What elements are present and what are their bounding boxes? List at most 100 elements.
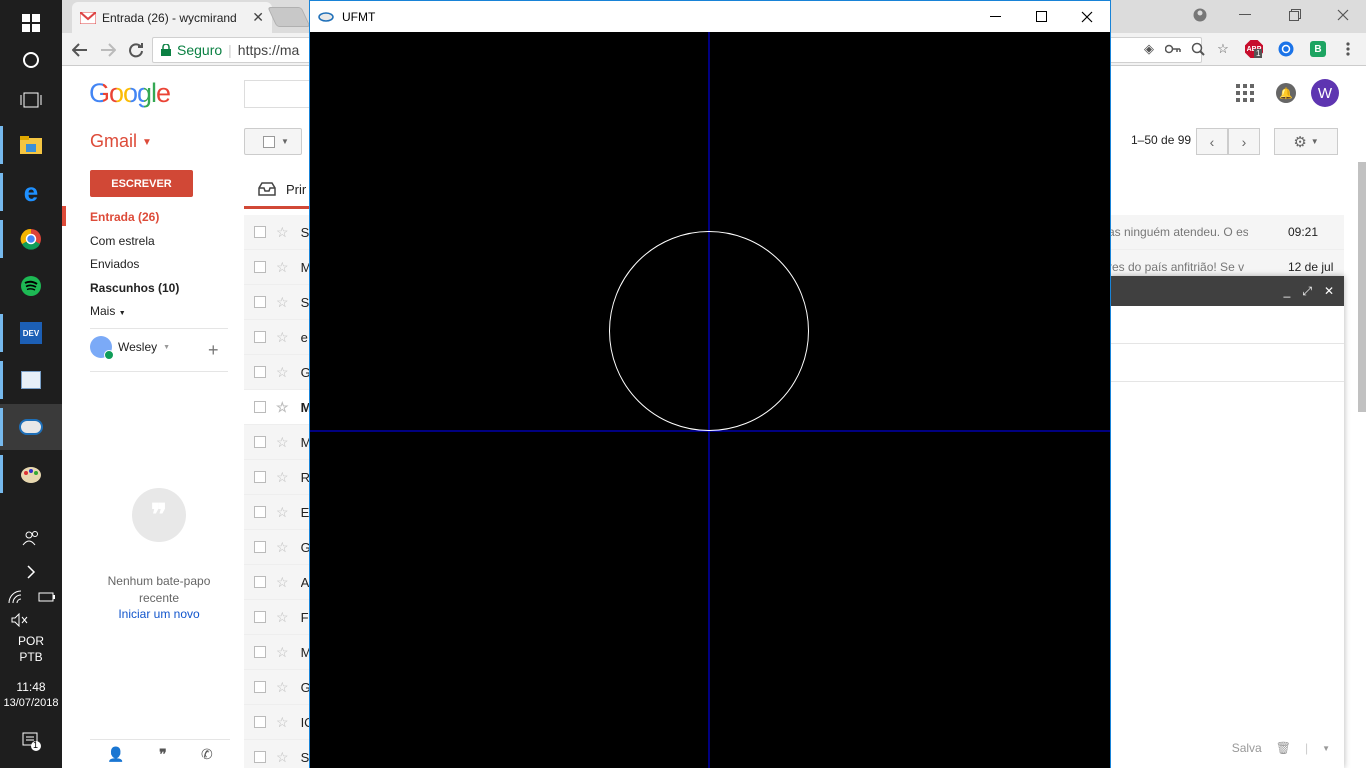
forward-arrow-icon[interactable] bbox=[95, 37, 121, 63]
add-chat-icon[interactable]: + bbox=[208, 340, 219, 361]
spotify-icon[interactable] bbox=[0, 263, 62, 309]
clock[interactable]: 11:48 13/07/2018 bbox=[0, 680, 62, 709]
zoom-icon[interactable] bbox=[1188, 39, 1208, 59]
notifications-bell-icon[interactable]: 🔔 bbox=[1276, 83, 1296, 103]
row-checkbox[interactable] bbox=[254, 296, 266, 308]
row-checkbox[interactable] bbox=[254, 541, 266, 553]
start-new-chat-link[interactable]: Iniciar um novo bbox=[90, 607, 228, 621]
row-checkbox[interactable] bbox=[254, 261, 266, 273]
nav-inbox[interactable]: Entrada (26) bbox=[90, 210, 159, 224]
star-icon[interactable]: ☆ bbox=[276, 609, 289, 626]
caret-down-icon[interactable]: ▼ bbox=[1322, 744, 1330, 753]
row-checkbox[interactable] bbox=[254, 331, 266, 343]
phone-icon[interactable]: ✆ bbox=[201, 746, 213, 763]
browser-tab-gmail[interactable]: Entrada (26) - wycmirand ✕ bbox=[72, 2, 272, 33]
expand-icon[interactable]: ⤢ bbox=[1302, 284, 1312, 299]
star-icon[interactable]: ☆ bbox=[276, 749, 289, 766]
row-checkbox[interactable] bbox=[254, 226, 266, 238]
task-view-icon[interactable] bbox=[0, 77, 62, 123]
paint-icon[interactable] bbox=[0, 451, 62, 497]
google-logo[interactable]: Google bbox=[89, 78, 171, 109]
minimize-icon[interactable] bbox=[1222, 0, 1268, 30]
minimize-icon[interactable] bbox=[972, 1, 1018, 32]
star-icon[interactable]: ☆ bbox=[276, 574, 289, 591]
star-icon[interactable]: ☆ bbox=[276, 679, 289, 696]
row-checkbox[interactable] bbox=[254, 471, 266, 483]
star-icon[interactable]: ☆ bbox=[276, 504, 289, 521]
star-icon[interactable]: ☆ bbox=[276, 714, 289, 731]
row-checkbox[interactable] bbox=[254, 366, 266, 378]
chrome-icon[interactable] bbox=[0, 216, 62, 262]
nav-drafts[interactable]: Rascunhos (10) bbox=[90, 281, 179, 295]
bookmark-star-icon[interactable]: ☆ bbox=[1213, 39, 1233, 59]
minimize-icon[interactable]: _ bbox=[1284, 284, 1291, 298]
close-tab-icon[interactable]: ✕ bbox=[252, 9, 264, 26]
star-icon[interactable]: ☆ bbox=[276, 364, 289, 381]
row-checkbox[interactable] bbox=[254, 401, 266, 413]
compose-to-field[interactable] bbox=[1110, 306, 1344, 344]
tab-primary[interactable]: Prir bbox=[244, 172, 314, 209]
star-icon[interactable]: ☆ bbox=[276, 539, 289, 556]
gmail-menu-label[interactable]: Gmail ▼ bbox=[90, 131, 152, 152]
settings-button[interactable]: ⚙ ▼ bbox=[1274, 128, 1338, 155]
row-checkbox[interactable] bbox=[254, 646, 266, 658]
row-checkbox[interactable] bbox=[254, 751, 266, 763]
chrome-menu-icon[interactable] bbox=[1338, 39, 1358, 59]
scrollbar[interactable] bbox=[1358, 162, 1366, 412]
nav-more[interactable]: Mais ▼ bbox=[90, 304, 126, 318]
row-checkbox[interactable] bbox=[254, 611, 266, 623]
row-checkbox[interactable] bbox=[254, 436, 266, 448]
star-icon[interactable]: ☆ bbox=[276, 434, 289, 451]
close-icon[interactable]: ✕ bbox=[1324, 284, 1334, 298]
star-icon[interactable]: ☆ bbox=[276, 329, 289, 346]
extension-green-icon[interactable]: B bbox=[1308, 39, 1328, 59]
maximize-icon[interactable] bbox=[1018, 1, 1064, 32]
row-checkbox[interactable] bbox=[254, 506, 266, 518]
ufmt-app-icon[interactable] bbox=[0, 404, 62, 450]
star-icon[interactable]: ☆ bbox=[276, 644, 289, 661]
translate-icon[interactable]: ◈ bbox=[1139, 39, 1159, 59]
nav-starred[interactable]: Com estrela bbox=[90, 234, 155, 248]
star-icon[interactable]: ☆ bbox=[276, 224, 289, 241]
action-center-icon[interactable]: 1 bbox=[0, 718, 62, 764]
compose-header[interactable]: _ ⤢ ✕ bbox=[1110, 276, 1344, 306]
notepad-app-icon[interactable] bbox=[0, 357, 62, 403]
row-checkbox[interactable] bbox=[254, 576, 266, 588]
divider: | bbox=[1304, 741, 1309, 755]
nav-sent[interactable]: Enviados bbox=[90, 257, 139, 271]
adblock-plus-icon[interactable]: ABP 1 bbox=[1244, 39, 1264, 59]
input-language[interactable]: POR PTB bbox=[0, 634, 62, 664]
hangouts-user[interactable]: Wesley ▼ bbox=[90, 336, 170, 360]
star-icon[interactable]: ☆ bbox=[276, 259, 289, 276]
row-checkbox[interactable] bbox=[254, 681, 266, 693]
gmail-product-name: Gmail bbox=[90, 131, 138, 151]
close-window-icon[interactable] bbox=[1064, 1, 1110, 32]
devcpp-icon[interactable]: DEV bbox=[0, 310, 62, 356]
row-checkbox[interactable] bbox=[254, 716, 266, 728]
star-icon[interactable]: ☆ bbox=[276, 469, 289, 486]
contacts-person-icon[interactable]: 👤 bbox=[107, 746, 124, 763]
new-tab-button[interactable] bbox=[267, 7, 311, 27]
star-icon[interactable]: ☆ bbox=[276, 399, 289, 416]
reload-icon[interactable] bbox=[123, 37, 149, 63]
compose-button[interactable]: ESCREVER bbox=[90, 170, 193, 197]
edge-icon[interactable]: e bbox=[0, 169, 62, 215]
account-avatar[interactable]: W bbox=[1311, 79, 1339, 107]
star-icon[interactable]: ☆ bbox=[276, 294, 289, 311]
ufmt-drawing-canvas[interactable] bbox=[310, 32, 1110, 768]
newer-page-button[interactable]: ‹ bbox=[1196, 128, 1228, 155]
trash-icon[interactable]: 🗑 bbox=[1276, 741, 1291, 755]
compose-subject-field[interactable] bbox=[1110, 344, 1344, 382]
lang-layout: PTB bbox=[19, 650, 43, 664]
select-all-checkbox[interactable]: ▼ bbox=[244, 128, 302, 155]
key-icon[interactable] bbox=[1163, 39, 1183, 59]
profile-icon[interactable] bbox=[1177, 0, 1223, 30]
extension-blue-icon[interactable] bbox=[1276, 39, 1296, 59]
close-window-icon[interactable] bbox=[1320, 0, 1366, 30]
file-explorer-icon[interactable] bbox=[0, 122, 62, 168]
hangouts-chat-icon[interactable]: ❞ bbox=[159, 746, 167, 763]
restore-icon[interactable] bbox=[1272, 0, 1318, 30]
apps-grid-icon[interactable] bbox=[1236, 84, 1254, 102]
back-arrow-icon[interactable] bbox=[67, 37, 93, 63]
older-page-button[interactable]: › bbox=[1228, 128, 1260, 155]
